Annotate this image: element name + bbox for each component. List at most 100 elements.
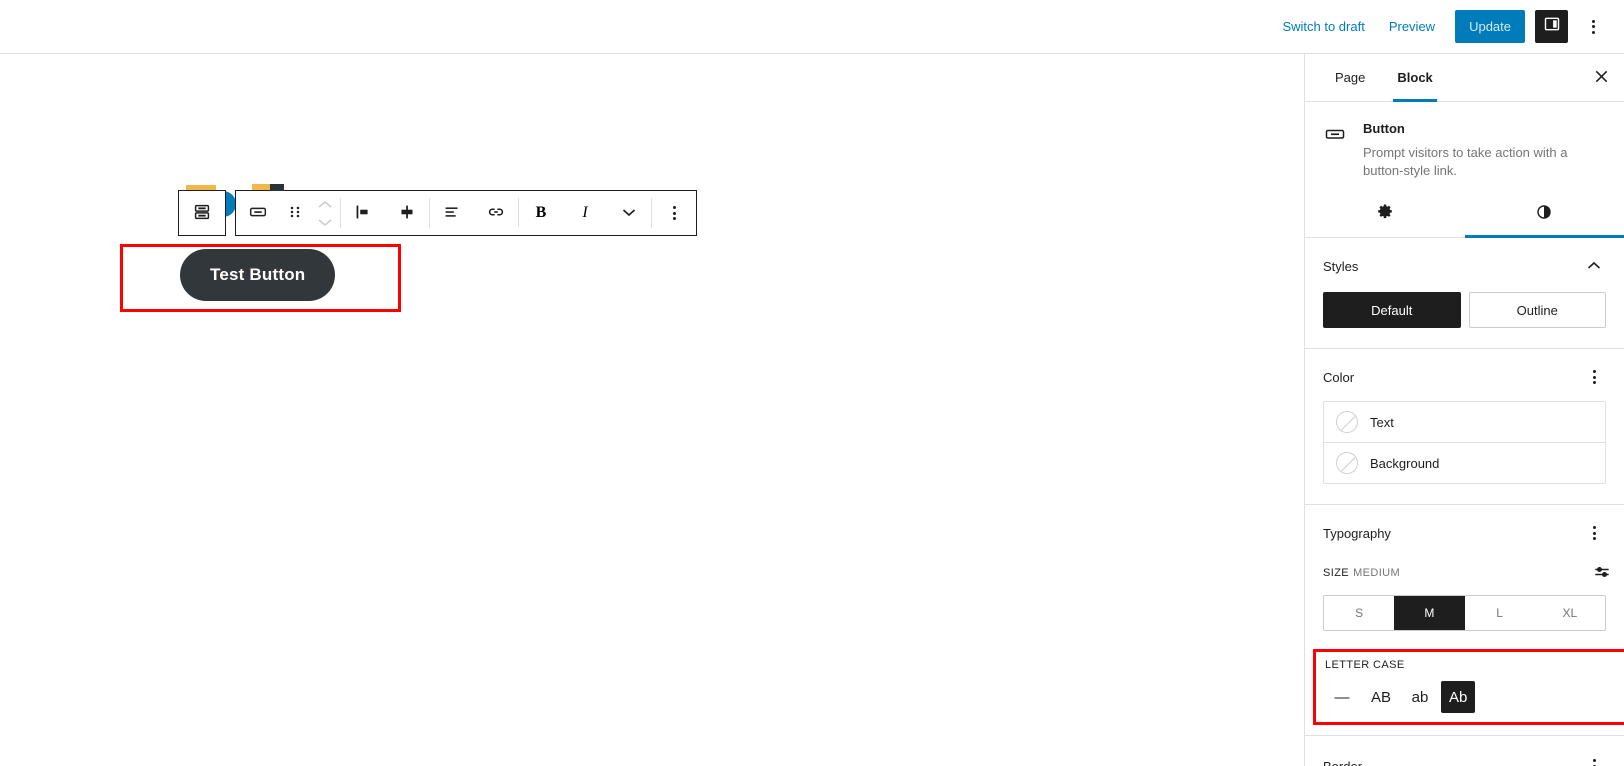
bold-button[interactable]: B [519, 191, 563, 235]
font-size-option-m[interactable]: M [1394, 596, 1465, 630]
move-block-buttons[interactable] [310, 191, 340, 235]
block-toolbar[interactable]: B I [178, 190, 697, 236]
border-panel-header: Border [1323, 754, 1606, 766]
more-formatting-button[interactable] [607, 191, 651, 235]
font-size-header: SIZE MEDIUM [1323, 561, 1609, 585]
test-button-block[interactable]: Test Button [180, 249, 336, 301]
kebab-menu-icon [1592, 370, 1596, 384]
styles-panel: Styles Default Outline [1305, 238, 1624, 349]
link-button[interactable] [474, 191, 518, 235]
block-title: Button [1363, 121, 1405, 136]
align-left-button[interactable] [341, 191, 385, 235]
typography-panel-title: Typography [1323, 525, 1391, 541]
color-panel: Color Text Background [1305, 349, 1624, 505]
typography-panel: Typography SIZE MEDIUM S M L XL LETTER C… [1305, 505, 1624, 736]
italic-icon: I [582, 204, 588, 221]
update-button[interactable]: Update [1455, 10, 1525, 43]
block-options-button[interactable] [652, 191, 696, 235]
style-variation-group[interactable]: Default Outline [1323, 292, 1606, 328]
color-row-label: Background [1370, 455, 1440, 471]
inspector-tab-styles[interactable] [1464, 190, 1624, 238]
font-size-value: MEDIUM [1353, 567, 1401, 579]
border-panel-options-button[interactable] [1582, 754, 1606, 766]
bold-icon: B [535, 204, 547, 221]
italic-button[interactable]: I [563, 191, 607, 235]
select-parent-block-group[interactable] [178, 190, 226, 236]
chevron-down-icon [621, 206, 637, 221]
chevron-down-icon [317, 215, 333, 230]
selection-fragment-top-right [252, 184, 270, 190]
kebab-menu-icon [1592, 526, 1596, 540]
letter-case-none-button[interactable]: — [1325, 681, 1359, 713]
block-type-switcher-button[interactable] [236, 191, 280, 235]
top-bar-actions: Switch to draft Preview Update [1270, 10, 1610, 44]
color-option-list: Text Background [1323, 401, 1606, 484]
style-option-default[interactable]: Default [1323, 292, 1461, 328]
tab-page[interactable]: Page [1319, 54, 1381, 101]
font-size-option-s[interactable]: S [1324, 596, 1395, 630]
preview-button[interactable]: Preview [1377, 13, 1447, 40]
styles-panel-collapse-button[interactable] [1582, 254, 1606, 278]
kebab-menu-icon [1591, 19, 1595, 34]
font-size-option-xl[interactable]: XL [1534, 596, 1605, 630]
link-icon [485, 201, 507, 226]
inspector-tab-settings[interactable] [1305, 190, 1465, 237]
font-size-segmented-control[interactable]: S M L XL [1323, 595, 1606, 631]
align-left-icon [352, 201, 374, 226]
drag-handle-icon [287, 204, 303, 223]
color-panel-options-button[interactable] [1582, 365, 1606, 389]
button-block-icon [247, 201, 269, 226]
half-circle-contrast-icon [1534, 202, 1554, 225]
color-row-label: Text [1370, 414, 1394, 430]
settings-sidebar-toggle-button[interactable] [1535, 10, 1568, 43]
drag-block-button[interactable] [280, 191, 310, 235]
border-panel-title: Border [1323, 758, 1363, 766]
select-parent-buttons-icon [191, 201, 213, 226]
gear-icon [1375, 202, 1395, 225]
letter-case-options[interactable]: — AB ab Ab [1325, 681, 1604, 713]
font-size-custom-button[interactable] [1590, 561, 1614, 585]
font-size-label-text: SIZE [1323, 567, 1350, 579]
style-option-outline[interactable]: Outline [1468, 292, 1606, 328]
editor-body: B I Test Button Page Block Button Prompt… [0, 54, 1624, 766]
chevron-up-icon [1586, 259, 1602, 274]
color-row-text[interactable]: Text [1324, 402, 1605, 443]
block-toolbar-main[interactable]: B I [235, 190, 697, 236]
block-description: Prompt visitors to take action with a bu… [1363, 145, 1568, 178]
select-parent-buttons-button[interactable] [183, 191, 221, 235]
editor-top-bar: Switch to draft Preview Update [0, 0, 1624, 54]
letter-case-capitalize-button[interactable]: Ab [1441, 681, 1476, 713]
selection-fragment-dark [270, 184, 284, 191]
tab-block[interactable]: Block [1381, 54, 1448, 102]
typography-panel-options-button[interactable] [1582, 521, 1606, 545]
align-center-button[interactable] [385, 191, 429, 235]
text-align-icon [441, 201, 463, 226]
letter-case-uppercase-button[interactable]: AB [1363, 681, 1399, 713]
empty-swatch-icon [1336, 411, 1358, 433]
close-sidebar-button[interactable] [1578, 54, 1624, 101]
border-panel: Border [1305, 736, 1624, 766]
kebab-menu-icon [672, 206, 676, 220]
color-panel-header: Color [1323, 365, 1606, 389]
letter-case-lowercase-button[interactable]: ab [1403, 681, 1437, 713]
styles-panel-header: Styles [1323, 254, 1606, 278]
block-info-card: Button Prompt visitors to take action wi… [1305, 102, 1624, 190]
letter-case-control: LETTER CASE — AB ab Ab [1313, 649, 1624, 725]
editor-canvas[interactable]: B I Test Button [0, 54, 1304, 766]
settings-sidebar: Page Block Button Prompt visitors to tak… [1304, 54, 1624, 766]
empty-swatch-icon [1336, 452, 1358, 474]
font-size-label: SIZE MEDIUM [1323, 567, 1400, 579]
typography-panel-header: Typography [1323, 521, 1606, 545]
color-row-background[interactable]: Background [1324, 443, 1605, 483]
font-size-option-l[interactable]: L [1464, 596, 1535, 630]
styles-panel-title: Styles [1323, 258, 1359, 274]
switch-to-draft-button[interactable]: Switch to draft [1270, 13, 1376, 40]
kebab-menu-icon [1592, 759, 1596, 766]
chevron-up-icon [317, 197, 333, 212]
close-icon [1593, 68, 1610, 88]
sidebar-tab-bar: Page Block [1305, 54, 1624, 102]
more-options-button[interactable] [1576, 10, 1610, 44]
editor-app: Switch to draft Preview Update B I Test … [0, 0, 1624, 766]
sliders-icon [1592, 562, 1612, 585]
text-align-button[interactable] [430, 191, 474, 235]
